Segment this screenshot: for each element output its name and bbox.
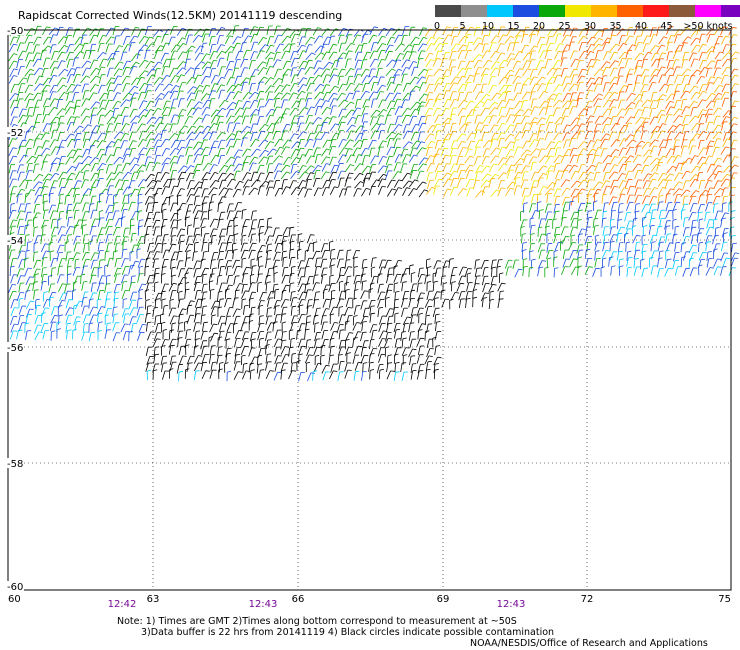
legend-label: 35 xyxy=(609,21,622,32)
legend-swatch xyxy=(565,5,591,17)
note-line-2: 3)Data buffer is 22 hrs from 20141119 4)… xyxy=(141,627,555,638)
lon-tick-label: 63 xyxy=(147,594,160,605)
legend-label: 10 xyxy=(481,21,495,32)
lon-tick-label: 69 xyxy=(437,594,450,605)
lon-tick-label: 66 xyxy=(292,594,305,605)
legend-label: 20 xyxy=(532,21,546,32)
legend-swatch xyxy=(617,5,643,17)
time-label-1: 12:42 xyxy=(107,599,137,610)
legend-swatch xyxy=(721,5,740,17)
time-label-3: 12:43 xyxy=(496,599,526,610)
legend-label: 40 xyxy=(634,21,648,32)
legend-label: 0 xyxy=(433,21,441,32)
legend-swatch xyxy=(513,5,539,17)
legend-swatch xyxy=(643,5,669,17)
legend-swatch xyxy=(669,5,695,17)
lat-tick-label: -50 xyxy=(7,26,23,37)
note-line-3: NOAA/NESDIS/Office of Research and Appli… xyxy=(470,638,708,649)
legend-label: >50 knots xyxy=(683,21,733,32)
lat-tick-label: -56 xyxy=(7,343,23,354)
time-label-2: 12:43 xyxy=(248,599,278,610)
lon-tick-label: 72 xyxy=(581,594,594,605)
grid-lines xyxy=(8,30,731,590)
legend-label: 30 xyxy=(583,21,597,32)
legend-swatch xyxy=(539,5,565,17)
legend-swatch xyxy=(695,5,721,17)
legend-swatch xyxy=(435,5,461,17)
map-title: Rapidscat Corrected Winds(12.5KM) 201411… xyxy=(18,9,343,22)
legend-swatches xyxy=(435,5,740,17)
legend-label: 15 xyxy=(507,21,520,32)
legend-label: 5 xyxy=(459,21,466,32)
lon-tick-label: 60 xyxy=(8,594,21,605)
note-line-1: Note: 1) Times are GMT 2)Times along bot… xyxy=(117,616,517,627)
legend-swatch xyxy=(591,5,617,17)
lat-tick-label: -58 xyxy=(7,459,23,470)
lat-tick-label: -60 xyxy=(7,582,23,593)
wind-map: 60 63 66 69 72 75 -50 -52 -54 -56 -58 -60 xyxy=(6,25,740,605)
legend-label: 45 xyxy=(660,21,673,32)
lat-tick-label: -52 xyxy=(7,128,23,139)
lon-tick-label: 75 xyxy=(718,594,731,605)
legend-label: 25 xyxy=(558,21,571,32)
legend-swatch xyxy=(487,5,513,17)
wind-barbs-layer xyxy=(8,25,740,382)
plot-frame xyxy=(7,29,732,591)
axis-ticks: 60 63 66 69 72 75 -50 -52 -54 -56 -58 -60 xyxy=(6,25,731,605)
lat-tick-label: -54 xyxy=(7,236,23,247)
speed-legend: 0 5 10 15 20 25 30 35 40 45 >50 knots xyxy=(433,3,740,33)
legend-swatch xyxy=(461,5,487,17)
